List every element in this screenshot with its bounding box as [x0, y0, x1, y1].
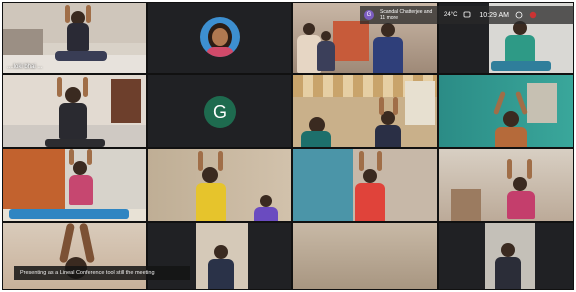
participant-tile[interactable]: ....loki bhai ... — [2, 2, 147, 74]
participant-name: ....loki bhai ... — [7, 64, 43, 70]
participant-torso — [375, 125, 401, 147]
yoga-mat — [45, 139, 105, 147]
participant-torso — [301, 131, 331, 147]
participant-torso — [505, 35, 535, 63]
participant-torso — [67, 23, 89, 51]
participant-torso — [69, 175, 93, 205]
participant-tile[interactable] — [438, 74, 574, 148]
participant-tile[interactable] — [2, 74, 147, 148]
participant-arm — [507, 159, 512, 179]
participant-torso — [208, 259, 234, 289]
clock-time: 10:29 AM — [479, 11, 509, 19]
participant-head — [202, 167, 218, 183]
participant-arm — [86, 5, 91, 23]
participant-tile[interactable] — [147, 148, 292, 222]
participant-head — [503, 111, 519, 127]
participant-head — [303, 23, 315, 35]
chat-icon[interactable] — [463, 11, 471, 19]
participant-arm — [87, 149, 92, 165]
participant-head — [501, 243, 515, 257]
room-wall — [3, 149, 65, 209]
profile-icon[interactable] — [529, 11, 537, 19]
participant-torso — [495, 127, 527, 147]
participant-tile[interactable] — [2, 148, 147, 222]
participant-torso — [373, 37, 403, 73]
participant-tile[interactable]: G — [147, 74, 292, 148]
participant-head — [65, 87, 81, 103]
participant-head — [214, 245, 228, 259]
window — [405, 81, 435, 125]
door — [111, 79, 141, 123]
participant-torso — [507, 191, 535, 219]
participant-arm — [218, 151, 223, 171]
yoga-mat — [491, 61, 551, 71]
presentation-caption: Presenting as a Lineal Conference tool s… — [14, 266, 190, 280]
room-wall — [293, 223, 437, 289]
participant-torso — [355, 183, 385, 221]
meeting-info-bar: G Scandal Chatterjee and 11 more 24°C 10… — [360, 6, 574, 24]
participant-head — [321, 31, 331, 41]
avatar-clothes — [206, 47, 234, 57]
participant-arm — [527, 159, 532, 179]
notification-icon[interactable] — [515, 11, 523, 19]
participant-tile[interactable] — [292, 148, 438, 222]
participant-arm — [83, 77, 88, 97]
participant-head — [513, 177, 527, 191]
window — [527, 83, 557, 123]
presenter-avatar: G — [364, 10, 374, 20]
participant-tile[interactable] — [438, 148, 574, 222]
participant-arm — [65, 5, 70, 23]
participant-arm — [359, 151, 364, 171]
window — [333, 21, 369, 61]
participant-head — [363, 169, 377, 183]
participant-arm — [393, 97, 398, 115]
participant-arm — [379, 97, 384, 115]
participant-torso — [317, 41, 335, 71]
participant-arm — [198, 151, 203, 171]
participant-tile[interactable] — [438, 222, 574, 290]
participant-torso — [196, 183, 226, 221]
curtain — [293, 149, 353, 221]
participant-tile[interactable] — [147, 2, 292, 74]
participant-avatar — [200, 17, 240, 57]
temperature-label: 24°C — [444, 12, 458, 18]
participant-arm — [377, 151, 382, 171]
participant-head — [260, 195, 272, 207]
participant-torso — [59, 103, 87, 139]
yoga-mat — [55, 51, 107, 61]
participant-arm — [69, 149, 74, 165]
participant-torso — [254, 207, 278, 221]
participant-tile[interactable] — [292, 222, 438, 290]
meeting-grid: ....loki bhai ... G G Scandal Chatterjee… — [2, 2, 574, 290]
avatar-face — [212, 28, 228, 46]
furniture — [451, 189, 481, 221]
participant-arm — [57, 77, 62, 97]
yoga-mat — [9, 209, 129, 219]
participant-avatar-letter: G — [204, 96, 236, 128]
presenter-text: Scandal Chatterjee and 11 more — [380, 9, 433, 21]
participant-tile[interactable] — [292, 74, 438, 148]
participant-head — [381, 23, 395, 37]
participant-torso — [495, 257, 521, 289]
participant-head — [73, 161, 87, 175]
